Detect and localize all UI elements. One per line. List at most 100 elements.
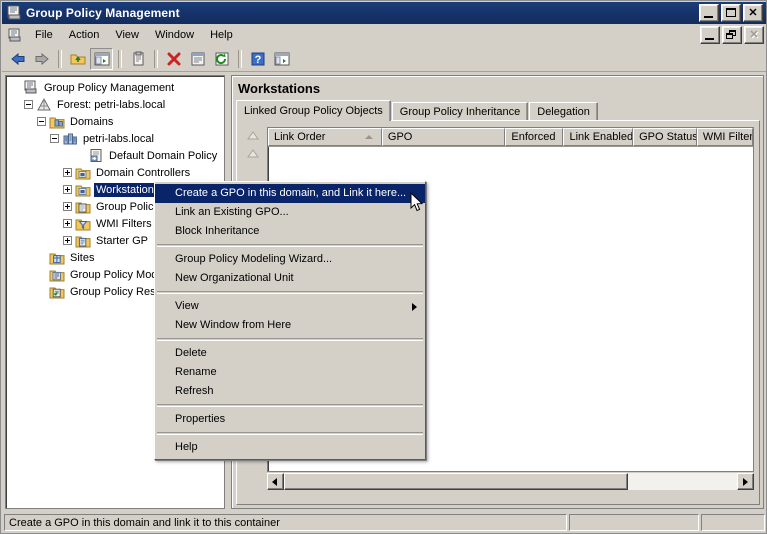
column-header-label: Link Order	[274, 131, 326, 143]
tree-item-default-domain-policy[interactable]: Default Domain Policy	[8, 147, 224, 164]
context-menu-separator	[157, 291, 423, 294]
maximize-button[interactable]	[721, 4, 741, 22]
tab-linked-group-policy-objects[interactable]: Linked Group Policy Objects	[236, 100, 391, 121]
help-question-icon[interactable]: ?	[246, 48, 269, 70]
modeling-icon	[49, 267, 65, 283]
expand-node-icon[interactable]	[63, 168, 72, 177]
column-header-enforced[interactable]: Enforced	[505, 128, 564, 146]
tree-item-label: Starter GP	[96, 234, 148, 247]
tree-item-label: WMI Filters	[96, 217, 152, 230]
column-header-gpo-status[interactable]: GPO Status	[633, 128, 697, 146]
mdi-minimize-button[interactable]	[700, 26, 720, 44]
expand-node-icon[interactable]	[63, 236, 72, 245]
context-menu-item-delete[interactable]: Delete	[155, 344, 425, 363]
menu-item-view[interactable]: View	[107, 26, 147, 44]
mdi-close-button: ✕	[744, 26, 764, 44]
back-arrow-icon[interactable]	[6, 48, 29, 70]
status-pane-2	[569, 514, 699, 531]
console-icon	[6, 5, 22, 21]
column-header-label: Link Enabled	[569, 131, 634, 143]
scroll-right-button[interactable]	[737, 473, 754, 490]
move-up-top-arrow[interactable]	[244, 147, 262, 163]
status-message: Create a GPO in this domain and link it …	[4, 514, 567, 531]
menu-item-help[interactable]: Help	[202, 26, 241, 44]
context-menu-item-label: Rename	[175, 366, 217, 378]
tree-item-forest-petri-labs-local[interactable]: Forest: petri-labs.local	[8, 96, 224, 113]
scrollbar-thumb[interactable]	[284, 473, 629, 490]
column-header-gpo[interactable]: GPO	[381, 128, 506, 146]
context-menu-item-view[interactable]: View	[155, 297, 425, 316]
window-title: Group Policy Management	[26, 6, 180, 20]
tree-item-domains[interactable]: Domains	[8, 113, 224, 130]
close-button[interactable]: ✕	[743, 4, 763, 22]
folder-up-icon[interactable]	[66, 48, 89, 70]
tree-item-label: Forest: petri-labs.local	[57, 98, 166, 111]
context-menu-item-block-inheritance[interactable]: Block Inheritance	[155, 222, 425, 241]
column-header-label: WMI Filter	[702, 131, 753, 143]
delete-x-icon[interactable]	[162, 48, 185, 70]
mdi-restore-button[interactable]	[722, 26, 742, 44]
forward-arrow-icon[interactable]	[30, 48, 53, 70]
scroll-left-button[interactable]	[267, 473, 284, 490]
status-pane-3	[701, 514, 765, 531]
context-menu-item-link-an-existing-gpo[interactable]: Link an Existing GPO...	[155, 203, 425, 222]
tab-group-policy-inheritance[interactable]: Group Policy Inheritance	[391, 102, 529, 121]
export-list-icon[interactable]	[270, 48, 293, 70]
toolbar-separator	[118, 49, 122, 68]
context-menu-separator	[157, 432, 423, 435]
tree-item-label: petri-labs.local	[83, 132, 154, 145]
console-icon	[23, 80, 39, 96]
tree-item-label: Domains	[70, 115, 114, 128]
context-menu-item-new-window-from-here[interactable]: New Window from Here	[155, 316, 425, 335]
context-menu-separator	[157, 244, 423, 247]
tree-item-domain-controllers[interactable]: Domain Controllers	[8, 164, 224, 181]
expand-node-icon[interactable]	[63, 185, 72, 194]
context-menu-item-create-a-gpo-in-this-domain-and-link-it-here[interactable]: Create a GPO in this domain, and Link it…	[155, 184, 425, 203]
submenu-chevron-icon	[412, 303, 417, 311]
collapse-node-icon[interactable]	[24, 100, 33, 109]
context-menu-item-label: Block Inheritance	[175, 225, 260, 237]
clipboard-icon[interactable]	[126, 48, 149, 70]
tree-item-group-policy-management[interactable]: Group Policy Management	[8, 79, 224, 96]
menu-item-file[interactable]: File	[27, 26, 61, 44]
window-titlebar: Group Policy Management ✕	[2, 2, 766, 24]
context-menu-item-rename[interactable]: Rename	[155, 363, 425, 382]
scrollbar-track[interactable]	[284, 473, 737, 490]
context-menu-item-new-organizational-unit[interactable]: New Organizational Unit	[155, 269, 425, 288]
tree-item-label: Group Policy Resul	[70, 285, 165, 298]
context-menu[interactable]: Create a GPO in this domain, and Link it…	[154, 181, 426, 460]
collapse-node-icon[interactable]	[37, 117, 46, 126]
properties-icon[interactable]	[186, 48, 209, 70]
results-icon	[49, 284, 65, 300]
context-menu-item-label: View	[175, 300, 199, 312]
context-menu-item-properties[interactable]: Properties	[155, 410, 425, 429]
minimize-button[interactable]	[699, 4, 719, 22]
group-policy-management-window: Group Policy Management ✕ File Action Vi…	[0, 0, 767, 534]
expand-node-icon[interactable]	[63, 219, 72, 228]
column-header-link-order[interactable]: Link Order	[268, 128, 382, 146]
context-menu-item-label: Refresh	[175, 385, 214, 397]
move-up-arrow[interactable]	[244, 129, 262, 145]
context-menu-item-label: Link an Existing GPO...	[175, 206, 289, 218]
console-small-icon	[7, 27, 23, 43]
column-header-link-enabled[interactable]: Link Enabled	[563, 128, 634, 146]
collapse-node-icon[interactable]	[50, 134, 59, 143]
context-menu-item-help[interactable]: Help	[155, 438, 425, 457]
refresh-icon[interactable]	[210, 48, 233, 70]
column-header-label: GPO Status	[639, 131, 697, 143]
menu-item-action[interactable]: Action	[61, 26, 108, 44]
context-menu-item-refresh[interactable]: Refresh	[155, 382, 425, 401]
menu-item-window[interactable]: Window	[147, 26, 202, 44]
context-menu-item-label: Properties	[175, 413, 226, 425]
show-tree-icon[interactable]	[90, 47, 113, 70]
context-menu-item-group-policy-modeling-wizard[interactable]: Group Policy Modeling Wizard...	[155, 250, 425, 269]
column-header-wmi-filter[interactable]: WMI Filter	[696, 128, 753, 146]
horizontal-scrollbar[interactable]	[267, 473, 754, 490]
expand-node-icon[interactable]	[63, 202, 72, 211]
context-menu-item-label: Help	[175, 441, 198, 453]
tree-item-petri-labs-local[interactable]: petri-labs.local	[8, 130, 224, 147]
svg-text:?: ?	[254, 54, 261, 66]
tree-item-label: Sites	[70, 251, 95, 264]
starter-gpo-icon	[75, 233, 91, 249]
tab-delegation[interactable]: Delegation	[529, 102, 598, 121]
